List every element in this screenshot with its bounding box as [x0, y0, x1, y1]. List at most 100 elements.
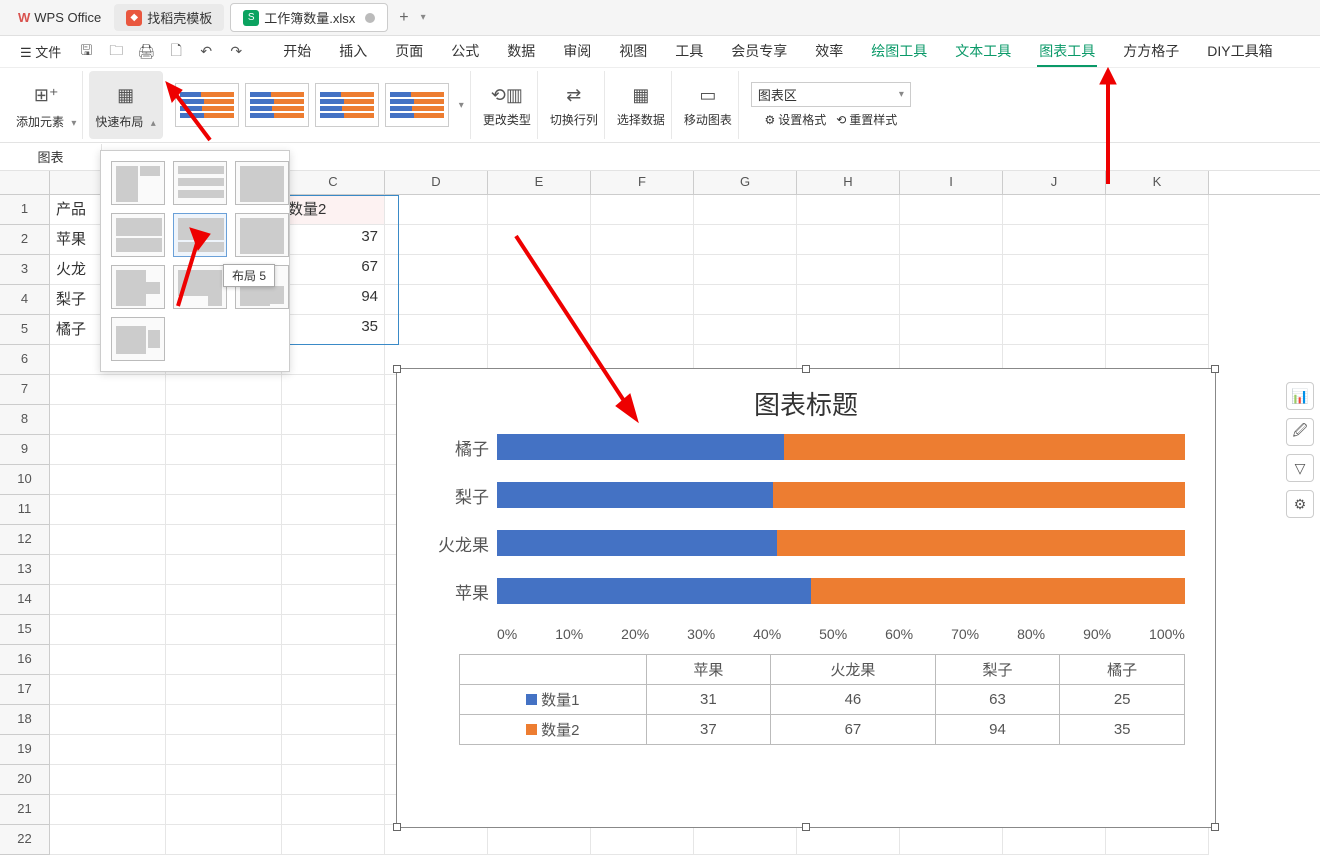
row-header-6[interactable]: 6 — [0, 345, 50, 375]
row-header-21[interactable]: 21 — [0, 795, 50, 825]
cell[interactable] — [50, 585, 166, 615]
cell[interactable] — [900, 285, 1003, 315]
cell[interactable] — [166, 735, 282, 765]
redo-icon[interactable]: ↷ — [225, 41, 247, 63]
cell[interactable] — [385, 315, 488, 345]
col-header-D[interactable]: D — [385, 171, 488, 194]
chart-handle-se[interactable] — [1211, 823, 1219, 831]
cell[interactable] — [385, 255, 488, 285]
cell[interactable] — [694, 825, 797, 855]
cell[interactable] — [900, 225, 1003, 255]
chart-handle-sw[interactable] — [393, 823, 401, 831]
add-element-button[interactable]: ⊞⁺ 添加元素 ▾ — [10, 71, 83, 139]
cell[interactable] — [282, 705, 385, 735]
cell[interactable] — [385, 225, 488, 255]
gallery-more-icon[interactable]: ▾ — [459, 100, 464, 111]
cell[interactable] — [797, 225, 900, 255]
row-header-22[interactable]: 22 — [0, 825, 50, 855]
cell[interactable] — [282, 525, 385, 555]
cell[interactable] — [797, 195, 900, 225]
cell[interactable] — [50, 405, 166, 435]
cell[interactable] — [166, 375, 282, 405]
cell[interactable] — [166, 765, 282, 795]
row-header-16[interactable]: 16 — [0, 645, 50, 675]
cell[interactable] — [282, 465, 385, 495]
cell[interactable] — [385, 195, 488, 225]
switch-rc-button[interactable]: ⇄切换行列 — [544, 71, 605, 139]
menu-tab-9[interactable]: 效率 — [813, 37, 845, 67]
cell[interactable] — [694, 315, 797, 345]
cell[interactable] — [591, 825, 694, 855]
cell[interactable] — [1003, 255, 1106, 285]
move-chart-button[interactable]: ▭移动图表 — [678, 71, 739, 139]
cell[interactable] — [1106, 315, 1209, 345]
menu-tab-2[interactable]: 页面 — [393, 37, 425, 67]
row-header-18[interactable]: 18 — [0, 705, 50, 735]
cell[interactable] — [282, 435, 385, 465]
chart-elements-icon[interactable]: 📊 — [1286, 382, 1314, 410]
cell[interactable] — [50, 645, 166, 675]
undo-icon[interactable]: ↶ — [195, 41, 217, 63]
row-header-12[interactable]: 12 — [0, 525, 50, 555]
quick-layout-button[interactable]: ▦ 快速布局 ▴ — [89, 71, 162, 139]
layout-option-7[interactable] — [111, 265, 165, 309]
row-header-14[interactable]: 14 — [0, 585, 50, 615]
row-header-10[interactable]: 10 — [0, 465, 50, 495]
row-header-20[interactable]: 20 — [0, 765, 50, 795]
select-all-corner[interactable] — [0, 171, 50, 194]
cell[interactable] — [1003, 315, 1106, 345]
cell[interactable] — [50, 525, 166, 555]
cell[interactable] — [900, 195, 1003, 225]
chart-style-icon[interactable]: 🖉 — [1286, 418, 1314, 446]
cell[interactable] — [166, 645, 282, 675]
cell[interactable] — [282, 735, 385, 765]
row-header-1[interactable]: 1 — [0, 195, 50, 225]
close-icon[interactable] — [365, 13, 375, 23]
tab-template[interactable]: ◆ 找稻壳模板 — [114, 4, 224, 31]
row-header-9[interactable]: 9 — [0, 435, 50, 465]
cell[interactable]: 67 — [282, 255, 385, 285]
cell[interactable] — [1106, 225, 1209, 255]
cell[interactable] — [166, 405, 282, 435]
col-header-H[interactable]: H — [797, 171, 900, 194]
cell[interactable] — [488, 825, 591, 855]
col-header-E[interactable]: E — [488, 171, 591, 194]
folder-icon[interactable]: 🗀 — [105, 41, 127, 63]
cell[interactable] — [282, 375, 385, 405]
menu-tab-12[interactable]: 图表工具 — [1037, 37, 1097, 67]
layout-option-3[interactable] — [235, 161, 289, 205]
menu-tab-10[interactable]: 绘图工具 — [869, 37, 929, 67]
menu-tab-14[interactable]: DIY工具箱 — [1205, 37, 1274, 67]
change-type-button[interactable]: ⟲▥更改类型 — [477, 71, 538, 139]
menu-tab-11[interactable]: 文本工具 — [953, 37, 1013, 67]
cell[interactable] — [282, 405, 385, 435]
row-header-5[interactable]: 5 — [0, 315, 50, 345]
cell[interactable] — [282, 645, 385, 675]
row-header-15[interactable]: 15 — [0, 615, 50, 645]
cell[interactable] — [166, 435, 282, 465]
cell[interactable]: 数量2 — [282, 195, 385, 225]
chart-handle-ne[interactable] — [1211, 365, 1219, 373]
cell[interactable] — [900, 255, 1003, 285]
cell[interactable] — [797, 285, 900, 315]
row-header-11[interactable]: 11 — [0, 495, 50, 525]
cell[interactable] — [900, 825, 1003, 855]
cell[interactable] — [166, 795, 282, 825]
cell[interactable] — [50, 375, 166, 405]
cell[interactable] — [166, 525, 282, 555]
cell[interactable] — [694, 255, 797, 285]
cell[interactable] — [694, 285, 797, 315]
save-icon[interactable]: 🖫 — [75, 41, 97, 63]
row-header-17[interactable]: 17 — [0, 675, 50, 705]
cell[interactable] — [1106, 255, 1209, 285]
style-thumb-4[interactable] — [385, 83, 449, 127]
col-header-C[interactable]: C — [282, 171, 385, 194]
cell[interactable] — [166, 615, 282, 645]
print-icon[interactable]: 🖨 — [135, 41, 157, 63]
chart-object[interactable]: 图表标题 橘子梨子火龙果苹果 0%10%20%30%40%50%60%70%80… — [396, 368, 1216, 828]
cell[interactable] — [797, 825, 900, 855]
cell[interactable] — [385, 285, 488, 315]
cell[interactable] — [900, 315, 1003, 345]
cell[interactable] — [488, 195, 591, 225]
chart-handle-nw[interactable] — [393, 365, 401, 373]
